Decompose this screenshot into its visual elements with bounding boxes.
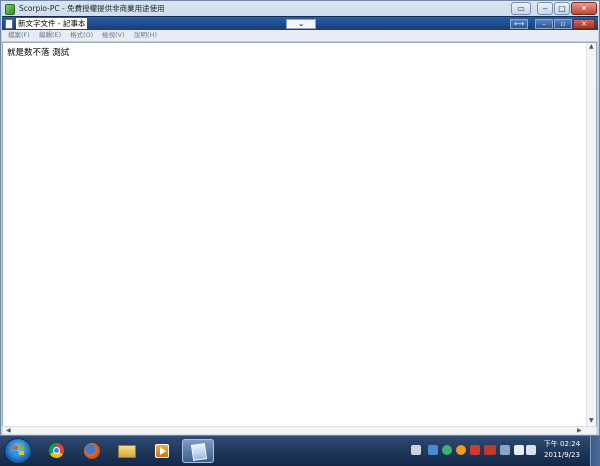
scroll-left-icon[interactable]: ◀ [6,427,11,435]
clock[interactable]: 下午 02:24 2011/9/23 [540,439,584,461]
network-icon[interactable] [428,445,438,455]
power-icon[interactable] [514,445,524,455]
close-icon: ✕ [581,20,587,28]
minimize-button[interactable]: ‒ [537,2,553,15]
horizontal-scrollbar[interactable]: ◀ ▶ [2,426,597,435]
folder-icon [118,445,136,458]
scroll-down-icon[interactable]: ▼ [589,417,594,425]
clock-time: 下午 02:24 [543,440,581,448]
resize-arrows-button[interactable]: ⟷ [510,19,528,29]
show-desktop-button[interactable] [590,436,600,466]
inner-maximize-button[interactable]: ▫ [554,19,572,29]
firefox-icon [84,443,100,459]
update-icon[interactable] [456,445,466,455]
taskbar-chrome[interactable] [40,439,72,463]
maximize-icon: □ [558,3,566,13]
menu-format[interactable]: 格式(O) [70,30,93,41]
start-button[interactable] [4,438,32,464]
notepad-title: 新文字文件 - 記事本 [16,18,88,29]
taskbar: 下午 02:24 2011/9/23 [0,435,600,466]
scroll-right-icon[interactable]: ▶ [577,427,582,435]
speaker-icon[interactable] [526,445,536,455]
scroll-up-icon[interactable]: ▲ [589,43,594,51]
menu-bar: 檔案(F) 編輯(E) 格式(O) 檢視(V) 說明(H) [2,30,598,42]
taskbar-explorer[interactable] [111,439,143,463]
maximize-icon: ▫ [560,20,566,28]
menu-file[interactable]: 檔案(F) [8,30,30,41]
connection-bar-dropdown[interactable]: ⌄ [286,19,316,29]
clock-date: 2011/9/23 [544,451,580,459]
outer-titlebar[interactable]: Scorpio-PC - 免費授權提供非商業用途使用 ▭ ‒ □ ✕ [1,1,599,17]
volume-icon[interactable] [500,445,510,455]
amd-icon[interactable] [484,445,496,455]
maximize-button[interactable]: □ [554,2,570,15]
close-icon: ✕ [580,3,588,13]
minimize-icon: – [542,20,546,28]
notepad-app-icon [5,19,13,29]
antivirus-icon[interactable] [470,445,480,455]
system-tray [400,436,536,466]
app-icon [5,4,15,15]
security-icon[interactable] [442,445,452,455]
keyboard-icon[interactable] [411,445,421,455]
taskbar-notepad[interactable] [182,439,214,463]
resize-arrows-icon: ⟷ [513,20,525,28]
outer-window-title: Scorpio-PC - 免費授權提供非商業用途使用 [19,4,165,13]
chevron-down-icon: ⌄ [298,20,304,28]
restore-window-button[interactable]: ▭ [511,2,531,15]
notepad-titlebar[interactable]: 新文字文件 - 記事本 ⌄ ⟷ – ▫ ✕ [2,16,598,31]
vertical-scrollbar[interactable]: ▲ ▼ [586,43,596,426]
taskbar-media-player[interactable] [146,439,178,463]
media-player-icon [155,444,169,458]
minimize-icon: ‒ [542,3,548,13]
chrome-icon [49,443,64,458]
menu-edit[interactable]: 編輯(E) [39,30,61,41]
menu-view[interactable]: 檢視(V) [102,30,125,41]
inner-close-button[interactable]: ✕ [573,19,595,29]
notepad-icon [190,443,208,461]
restore-icon: ▭ [517,3,525,13]
document-text[interactable]: 就是数不落 測試 [7,46,69,58]
text-editor-area[interactable]: 就是数不落 測試 ▲ ▼ [2,42,597,427]
close-button[interactable]: ✕ [571,2,597,15]
windows-logo-icon [13,446,24,456]
inner-minimize-button[interactable]: – [535,19,553,29]
taskbar-firefox[interactable] [76,439,108,463]
menu-help[interactable]: 說明(H) [134,30,157,41]
